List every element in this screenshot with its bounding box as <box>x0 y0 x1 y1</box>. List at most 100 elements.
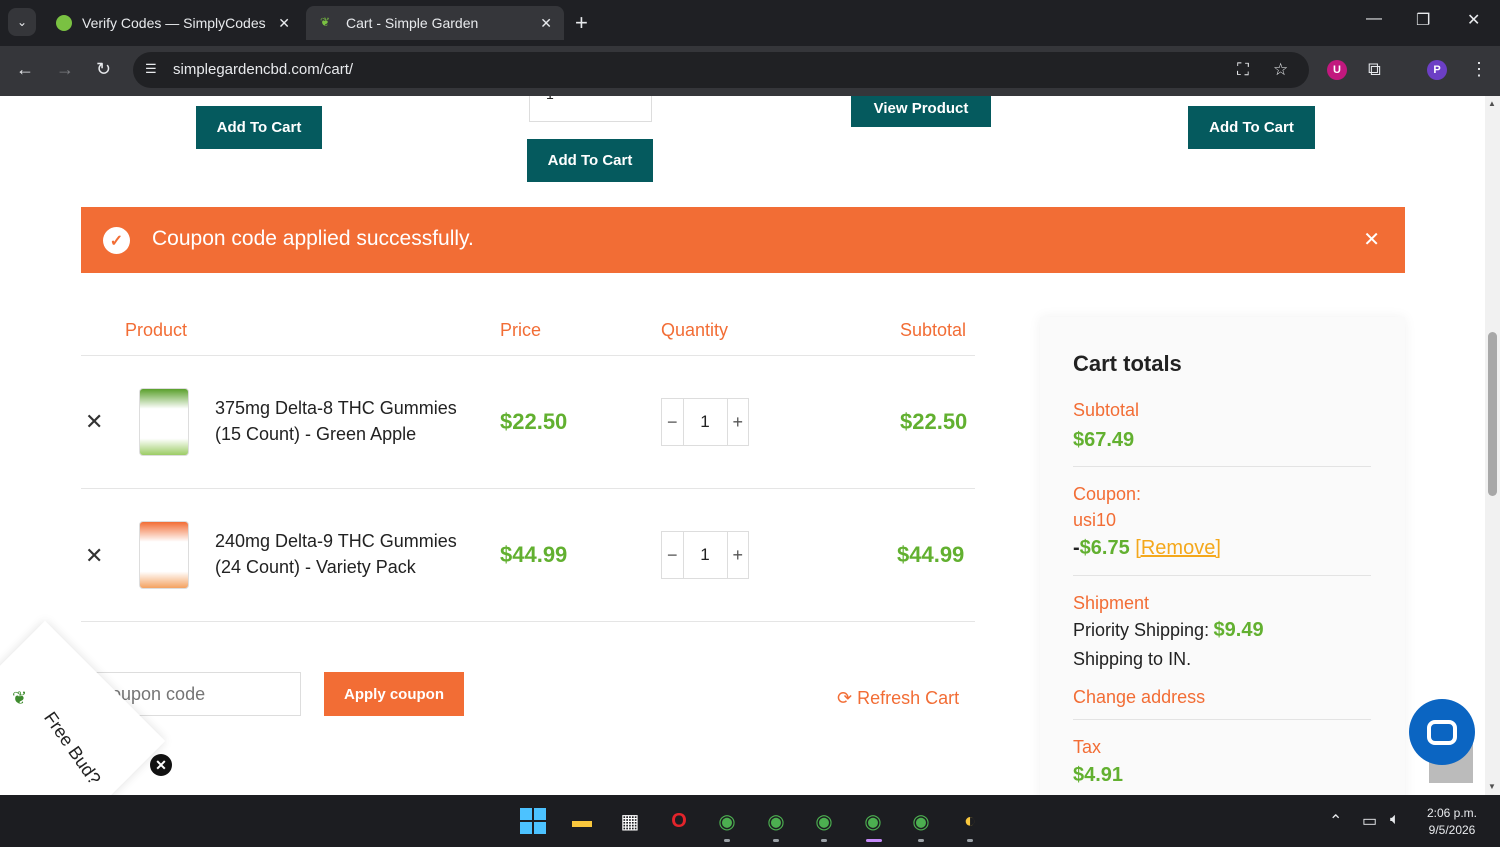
bookmark-star-icon[interactable]: ☆ <box>1273 60 1288 80</box>
tab-simplycodes[interactable]: Verify Codes — SimplyCodes ✕ <box>42 6 302 40</box>
chrome-profile-r-icon[interactable]: ◉ <box>907 807 935 835</box>
coupon-code: usi10 <box>1073 510 1117 530</box>
tab-search-button[interactable]: ⌄ <box>8 8 36 36</box>
url-text[interactable]: simplegardencbd.com/cart/ <box>173 61 353 78</box>
running-indicator <box>724 839 730 842</box>
increase-quantity-button[interactable]: + <box>728 532 749 578</box>
minimize-button[interactable]: — <box>1366 10 1382 28</box>
header-subtotal: Subtotal <box>900 320 967 340</box>
product-thumbnail[interactable] <box>139 388 189 456</box>
header-quantity: Quantity <box>661 320 729 340</box>
site-info-icon[interactable]: ☰ <box>145 61 157 77</box>
simple-garden-favicon-icon: ❦ <box>320 15 331 29</box>
system-clock[interactable]: 2:06 p.m. 9/5/2026 <box>1420 805 1484 839</box>
close-window-button[interactable]: ✕ <box>1467 10 1480 30</box>
refresh-cart-label: Refresh Cart <box>857 688 960 708</box>
tab-title: Verify Codes — SimplyCodes <box>82 15 266 31</box>
tab-simple-garden[interactable]: ❦ Cart - Simple Garden ✕ <box>306 6 564 40</box>
product-name-link[interactable]: 375mg Delta-8 THC Gummies (15 Count) - G… <box>215 395 495 447</box>
subtotal-label: Subtotal <box>1073 400 1140 420</box>
ublock-extension-icon[interactable]: U <box>1327 60 1347 80</box>
tab-close-icon[interactable]: ✕ <box>540 15 552 32</box>
running-indicator <box>821 839 827 842</box>
close-notice-icon[interactable]: ✕ <box>1363 227 1380 252</box>
app-icon[interactable]: ◐ <box>956 807 984 835</box>
notice-message: Coupon code applied successfully. <box>152 227 474 250</box>
tax-value: $4.91 <box>1073 764 1124 786</box>
translate-icon[interactable]: ⛶ <box>1237 60 1249 80</box>
decrease-quantity-button[interactable]: − <box>662 532 683 578</box>
item-subtotal: $22.50 <box>900 409 968 434</box>
increase-quantity-button[interactable]: + <box>728 399 749 445</box>
address-bar[interactable]: ☰ simplegardencbd.com/cart/ ⛶ ☆ <box>133 52 1309 88</box>
refresh-icon: ⟳ <box>837 688 853 708</box>
shipping-destination: Shipping to IN. <box>1073 649 1192 669</box>
divider <box>1073 466 1371 467</box>
apply-coupon-button[interactable]: Apply coupon <box>324 672 464 716</box>
profile-avatar[interactable]: P <box>1427 60 1447 80</box>
chrome-profile-p-icon[interactable]: ◉ <box>859 807 887 835</box>
opera-icon[interactable]: O <box>665 807 693 835</box>
reload-icon[interactable]: ↻ <box>96 59 111 80</box>
scrollbar-thumb[interactable] <box>1488 332 1497 496</box>
item-price: $44.99 <box>500 542 568 567</box>
add-to-cart-button[interactable]: Add To Cart <box>196 106 322 149</box>
windows-start-icon[interactable] <box>519 807 547 835</box>
refresh-cart-link[interactable]: ⟳ Refresh Cart <box>837 688 959 709</box>
view-product-button[interactable]: View Product <box>851 96 991 127</box>
quantity-input[interactable]: 1 <box>682 532 728 578</box>
cart-totals-title: Cart totals <box>1073 351 1182 376</box>
tax-label: Tax <box>1073 737 1102 757</box>
page-scrollbar[interactable]: ▲ ▼ <box>1485 96 1500 795</box>
scroll-down-arrow-icon[interactable]: ▼ <box>1488 782 1496 791</box>
network-icon[interactable]: ▭ <box>1362 811 1377 831</box>
related-quantity-input[interactable]: 1 <box>529 96 652 122</box>
change-address-link[interactable]: Change address <box>1073 687 1205 708</box>
new-tab-button[interactable]: + <box>575 10 588 36</box>
divider <box>81 488 975 489</box>
forward-arrow-icon[interactable]: → <box>56 59 74 80</box>
remove-coupon-link[interactable]: [Remove] <box>1135 537 1221 559</box>
chrome-icon[interactable]: ◉ <box>713 807 741 835</box>
remove-item-icon[interactable]: ✕ <box>85 543 103 569</box>
divider <box>81 621 975 622</box>
divider <box>1073 719 1371 720</box>
chrome-profile-f-icon[interactable]: ◉ <box>810 807 838 835</box>
running-indicator <box>918 839 924 842</box>
restore-button[interactable]: ❐ <box>1416 10 1430 30</box>
scroll-up-arrow-icon[interactable]: ▲ <box>1488 99 1496 108</box>
tab-strip: ⌄ Verify Codes — SimplyCodes ✕ ❦ Cart - … <box>0 0 1500 46</box>
product-thumbnail[interactable] <box>139 521 189 589</box>
extensions-puzzle-icon[interactable]: ⧉ <box>1368 59 1381 80</box>
add-to-cart-button[interactable]: Add To Cart <box>1188 106 1315 149</box>
remove-item-icon[interactable]: ✕ <box>85 409 103 435</box>
tray-chevron-icon[interactable]: ⌃ <box>1329 811 1342 831</box>
simplycodes-favicon-icon <box>56 15 72 31</box>
tab-close-icon[interactable]: ✕ <box>278 15 290 32</box>
free-bud-popup[interactable]: ❦ Free Bud? ✕ <box>0 620 172 795</box>
tab-title: Cart - Simple Garden <box>346 15 479 31</box>
decrease-quantity-button[interactable]: − <box>662 399 683 445</box>
browser-toolbar: ← → ↻ ☰ simplegardencbd.com/cart/ ⛶ ☆ U … <box>0 46 1500 96</box>
add-to-cart-button[interactable]: Add To Cart <box>527 139 653 182</box>
item-subtotal: $44.99 <box>897 542 965 567</box>
volume-icon[interactable]: 🔈︎ <box>1390 811 1400 829</box>
quantity-stepper[interactable]: − 1 + <box>661 398 749 446</box>
cart-totals-panel: Cart totals Subtotal $67.49 Coupon: usi1… <box>1040 317 1405 795</box>
chat-widget-button[interactable] <box>1409 699 1475 765</box>
file-explorer-icon[interactable]: ▬ <box>568 807 596 835</box>
microsoft-store-icon[interactable]: ▦ <box>616 807 644 835</box>
product-name-link[interactable]: 240mg Delta-9 THC Gummies (24 Count) - V… <box>215 528 495 580</box>
running-indicator <box>967 839 973 842</box>
coupon-label: Coupon: <box>1073 484 1142 504</box>
close-popup-icon[interactable]: ✕ <box>150 754 172 776</box>
quantity-input[interactable]: 1 <box>682 399 728 445</box>
subtotal-value: $67.49 <box>1073 429 1135 451</box>
back-arrow-icon[interactable]: ← <box>16 59 34 80</box>
coupon-discount: -$6.75 [Remove] <box>1073 537 1221 559</box>
divider <box>1073 575 1371 576</box>
chrome-profile-a-icon[interactable]: ◉ <box>762 807 790 835</box>
shipment-label: Shipment <box>1073 593 1150 613</box>
quantity-stepper[interactable]: − 1 + <box>661 531 749 579</box>
menu-kebab-icon[interactable]: ⋮ <box>1470 59 1488 80</box>
